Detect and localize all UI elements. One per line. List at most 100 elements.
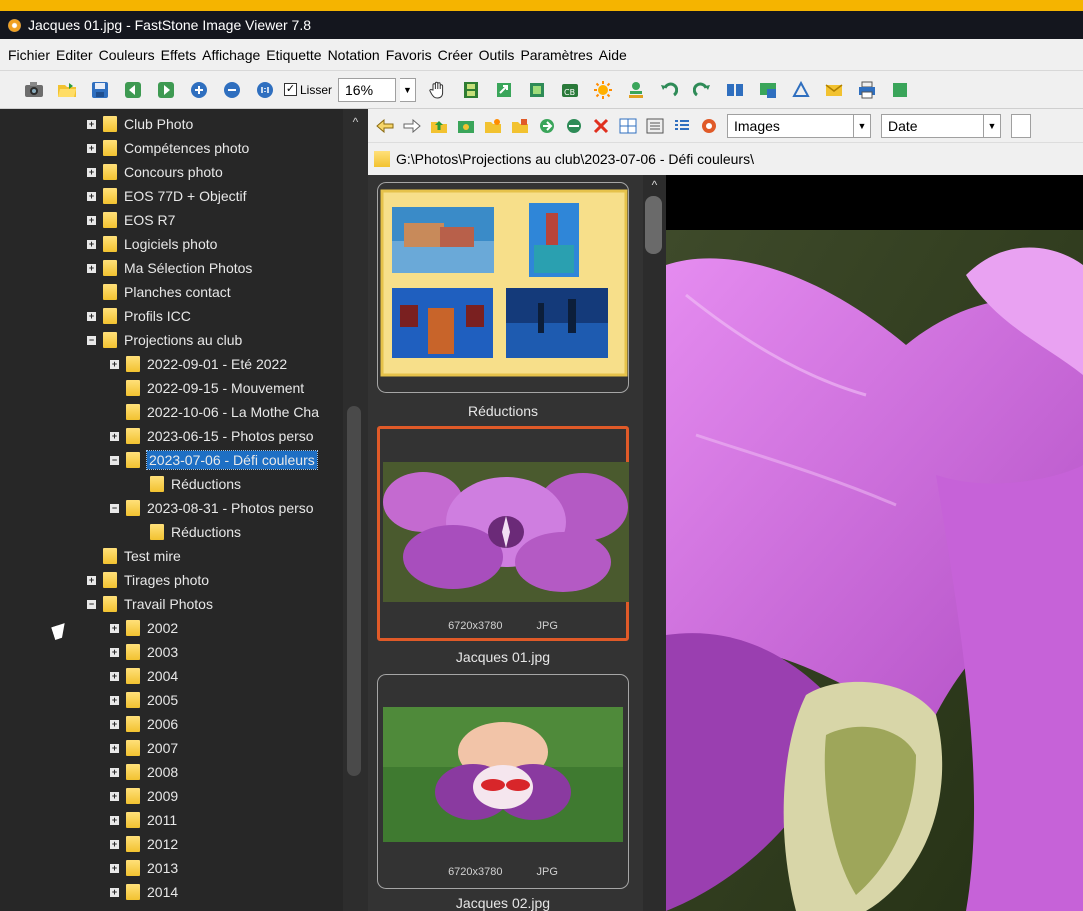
- expand-plus-icon[interactable]: +: [87, 311, 96, 321]
- expand-plus-icon[interactable]: +: [87, 239, 96, 249]
- file-type-filter[interactable]: Images ▼: [727, 113, 871, 138]
- view-thumbnails-button[interactable]: [619, 117, 637, 135]
- scroll-up-icon[interactable]: ^: [643, 178, 666, 192]
- favorites-folder-button[interactable]: [457, 117, 475, 135]
- back-button[interactable]: [376, 117, 394, 135]
- menu-fichier[interactable]: Fichier: [8, 45, 50, 65]
- tree-item-projections-au-club[interactable]: − Projections au club: [87, 328, 242, 352]
- tree-item-2002[interactable]: +2002: [110, 616, 178, 640]
- tree-item-reductions-2[interactable]: Réductions: [150, 520, 241, 544]
- print-button[interactable]: [853, 76, 881, 104]
- collapse-minus-icon[interactable]: −: [110, 503, 119, 513]
- thumbnail-scroll-thumb[interactable]: [645, 196, 662, 254]
- clone-button[interactable]: [622, 76, 650, 104]
- expand-plus-icon[interactable]: +: [110, 791, 119, 801]
- menu-affichage[interactable]: Affichage: [202, 45, 260, 65]
- menu-editer[interactable]: Editer: [56, 45, 93, 65]
- tree-item-2014[interactable]: +2014: [110, 880, 178, 904]
- tree-scroll-thumb[interactable]: [347, 406, 361, 776]
- chevron-down-icon[interactable]: ▼: [983, 114, 1000, 137]
- compare-button[interactable]: [721, 76, 749, 104]
- tree-item-logiciels-photo[interactable]: + Logiciels photo: [87, 232, 217, 256]
- previous-button[interactable]: [119, 76, 147, 104]
- chevron-down-icon[interactable]: ▼: [853, 114, 870, 137]
- expand-plus-icon[interactable]: +: [110, 743, 119, 753]
- expand-plus-icon[interactable]: +: [87, 215, 96, 225]
- tree-item-club-photo[interactable]: + Club Photo: [87, 112, 193, 136]
- expand-plus-icon[interactable]: +: [110, 623, 119, 633]
- tree-item-2007[interactable]: +2007: [110, 736, 178, 760]
- expand-plus-icon[interactable]: +: [110, 719, 119, 729]
- expand-plus-icon[interactable]: +: [110, 767, 119, 777]
- rotate-left-button[interactable]: [655, 76, 683, 104]
- email-button[interactable]: [820, 76, 848, 104]
- color-button[interactable]: CB: [556, 76, 584, 104]
- chevron-down-icon[interactable]: ▼: [400, 77, 417, 102]
- tree-item-profils-icc[interactable]: + Profils ICC: [87, 304, 191, 328]
- menu-effets[interactable]: Effets: [161, 45, 197, 65]
- open-button[interactable]: [53, 76, 81, 104]
- tree-item-2011[interactable]: +2011: [110, 808, 177, 832]
- smooth-checkbox[interactable]: ✓: [284, 83, 297, 96]
- tree-item-2013[interactable]: +2013: [110, 856, 178, 880]
- thumbnail-jacques-02[interactable]: 6720x3780 JPG: [377, 674, 629, 889]
- tree-item-travail-photos[interactable]: − Travail Photos: [87, 592, 213, 616]
- next-button[interactable]: [152, 76, 180, 104]
- collapse-minus-icon[interactable]: −: [87, 335, 96, 345]
- current-path[interactable]: G:\Photos\Projections au club\2023-07-06…: [396, 151, 754, 167]
- image-preview[interactable]: [666, 175, 1083, 911]
- menu-favoris[interactable]: Favoris: [386, 45, 432, 65]
- thumbnail-jacques-01-selected[interactable]: 6720x3780 JPG: [377, 426, 629, 641]
- tree-item-eos-77d[interactable]: + EOS 77D + Objectif: [87, 184, 247, 208]
- thumbnail-folder-reductions[interactable]: [377, 182, 629, 393]
- expand-plus-icon[interactable]: +: [110, 839, 119, 849]
- scroll-up-icon[interactable]: ^: [343, 115, 368, 129]
- tree-item-ma-selection-photos[interactable]: + Ma Sélection Photos: [87, 256, 252, 280]
- tree-scrollbar[interactable]: ^: [343, 109, 368, 911]
- resize-button[interactable]: [490, 76, 518, 104]
- expand-plus-icon[interactable]: +: [87, 575, 96, 585]
- tree-item-2004[interactable]: +2004: [110, 664, 178, 688]
- zoom-in-button[interactable]: [185, 76, 213, 104]
- expand-plus-icon[interactable]: +: [87, 167, 96, 177]
- forward-button[interactable]: [403, 117, 421, 135]
- path-bar[interactable]: G:\Photos\Projections au club\2023-07-06…: [368, 142, 1083, 175]
- delete-button[interactable]: [592, 117, 610, 135]
- film-strip-button[interactable]: [457, 76, 485, 104]
- view-details-button[interactable]: [673, 117, 691, 135]
- tree-item-test-mire[interactable]: Test mire: [87, 544, 181, 568]
- zoom-select[interactable]: 16% ▼: [338, 77, 417, 102]
- expand-plus-icon[interactable]: +: [110, 671, 119, 681]
- tree-item-2006[interactable]: +2006: [110, 712, 178, 736]
- tree-item-tirages-photo[interactable]: + Tirages photo: [87, 568, 209, 592]
- menu-creer[interactable]: Créer: [438, 45, 473, 65]
- expand-plus-icon[interactable]: +: [110, 815, 119, 825]
- tree-item-eos-r7[interactable]: + EOS R7: [87, 208, 175, 232]
- collapse-minus-icon[interactable]: −: [87, 599, 96, 609]
- tree-item-2009[interactable]: +2009: [110, 784, 178, 808]
- zoom-out-button[interactable]: [218, 76, 246, 104]
- tree-item-2023-07-06-selected[interactable]: − 2023-07-06 - Défi couleurs: [110, 448, 318, 472]
- brightness-button[interactable]: [589, 76, 617, 104]
- expand-plus-icon[interactable]: +: [87, 191, 96, 201]
- new-folder-button[interactable]: [484, 117, 502, 135]
- tree-item-2022-09-01[interactable]: +2022-09-01 - Eté 2022: [110, 352, 287, 376]
- menu-couleurs[interactable]: Couleurs: [99, 45, 155, 65]
- extra-select[interactable]: [1011, 113, 1031, 138]
- expand-plus-icon[interactable]: +: [110, 695, 119, 705]
- pan-button[interactable]: [424, 76, 452, 104]
- expand-plus-icon[interactable]: +: [110, 359, 119, 369]
- folder-options-button[interactable]: [511, 117, 529, 135]
- zoom-value[interactable]: 16%: [338, 77, 397, 102]
- draw-button[interactable]: [787, 76, 815, 104]
- menu-etiquette[interactable]: Etiquette: [266, 45, 321, 65]
- tree-item-2008[interactable]: +2008: [110, 760, 178, 784]
- expand-plus-icon[interactable]: +: [110, 431, 119, 441]
- tree-item-2012[interactable]: +2012: [110, 832, 178, 856]
- expand-plus-icon[interactable]: +: [87, 263, 96, 273]
- tree-item-2005[interactable]: +2005: [110, 688, 178, 712]
- thumbnail-scrollbar[interactable]: ^: [643, 175, 666, 911]
- smooth-toggle[interactable]: ✓ Lisser: [284, 83, 332, 97]
- tree-item-planches-contact[interactable]: Planches contact: [87, 280, 231, 304]
- tree-item-2023-06-15[interactable]: +2023-06-15 - Photos perso: [110, 424, 314, 448]
